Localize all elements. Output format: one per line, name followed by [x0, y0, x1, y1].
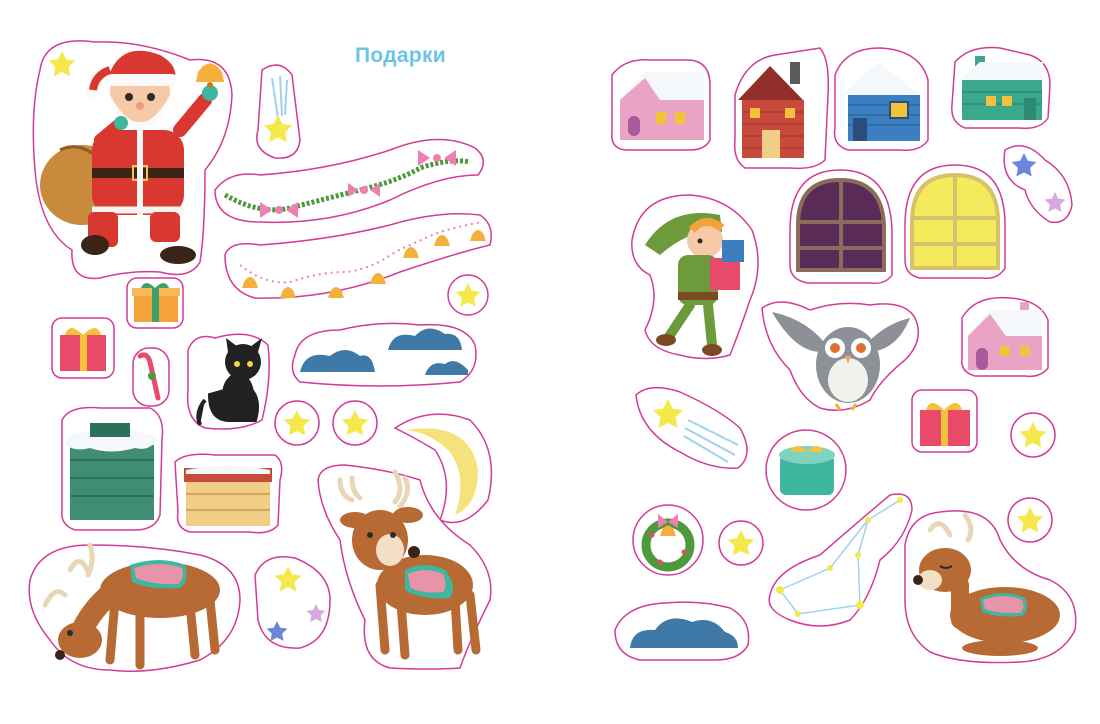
cloud-icon[interactable] — [291, 322, 477, 387]
house-icon[interactable] — [611, 59, 711, 151]
star-icon[interactable] — [274, 400, 320, 446]
star-icon[interactable] — [1010, 412, 1056, 458]
chimney-icon[interactable] — [61, 406, 164, 531]
star-icon[interactable] — [1003, 145, 1073, 224]
reindeer-icon[interactable] — [904, 510, 1077, 664]
star-icon[interactable] — [1007, 497, 1053, 543]
sticker-artwork — [28, 40, 1077, 672]
candy-cane-icon[interactable] — [132, 347, 170, 407]
gift-box-icon[interactable] — [51, 317, 115, 379]
star-icon[interactable] — [718, 520, 764, 566]
elf-icon[interactable] — [631, 194, 759, 360]
house-icon[interactable] — [951, 46, 1051, 130]
reindeer-icon[interactable] — [28, 542, 241, 672]
shooting-star-icon[interactable] — [256, 64, 301, 159]
shooting-star-icon[interactable] — [635, 386, 748, 469]
chimney-icon[interactable] — [174, 453, 283, 534]
gift-box-icon[interactable] — [765, 429, 847, 511]
house-icon[interactable] — [733, 47, 830, 170]
wreath-icon[interactable] — [632, 504, 704, 576]
garland-bows-icon[interactable] — [214, 138, 484, 224]
window-icon[interactable] — [904, 164, 1006, 280]
cloud-icon[interactable] — [614, 601, 750, 661]
gift-box-icon[interactable] — [911, 389, 978, 453]
house-icon[interactable] — [833, 47, 929, 152]
owl-icon[interactable] — [761, 301, 920, 411]
house-icon[interactable] — [961, 296, 1049, 378]
star-icon[interactable] — [254, 556, 331, 649]
sticker-sheet: Подарки — [0, 0, 1100, 724]
black-cat-icon[interactable] — [186, 333, 270, 430]
gift-box-icon[interactable] — [126, 277, 184, 329]
star-icon[interactable] — [332, 400, 378, 446]
star-icon[interactable] — [447, 274, 489, 316]
constellation-icon[interactable] — [768, 493, 913, 627]
window-icon[interactable] — [789, 169, 893, 285]
